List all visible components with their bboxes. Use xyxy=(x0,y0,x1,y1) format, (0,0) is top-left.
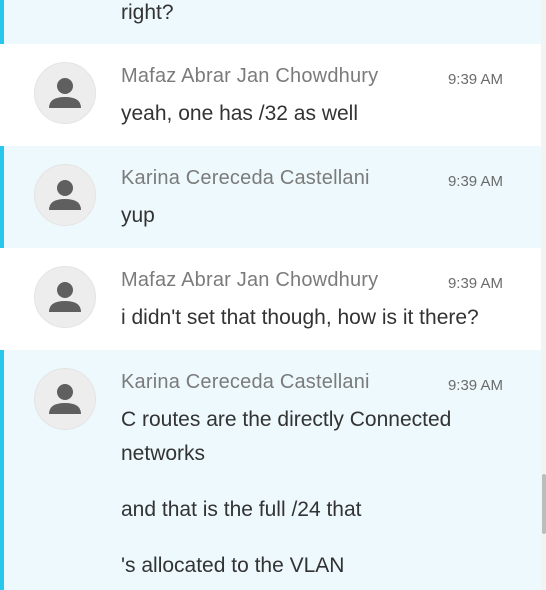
message-author[interactable]: Karina Cereceda Castellani xyxy=(121,167,370,190)
scrollbar-thumb[interactable] xyxy=(542,474,546,534)
message-item[interactable]: Karina Cereceda Castellani 9:39 AM C rou… xyxy=(0,350,541,590)
user-avatar-icon[interactable] xyxy=(34,266,96,328)
message-item[interactable]: Mafaz Abrar Jan Chowdhury 9:39 AM yeah, … xyxy=(0,44,541,146)
user-avatar-icon[interactable] xyxy=(34,368,96,430)
message-text: networks xyxy=(121,442,206,465)
message-text: yeah, one has /32 as well xyxy=(121,102,358,125)
message-timestamp: 9:39 AM xyxy=(447,173,503,190)
message-timestamp: 9:39 AM xyxy=(447,275,503,292)
message-item[interactable]: Karina Cereceda Castellani 9:39 AM yup xyxy=(0,146,541,248)
scrollbar[interactable] xyxy=(541,0,546,590)
message-text: i didn't set that though, how is it ther… xyxy=(121,306,479,329)
message-timestamp: 9:39 AM xyxy=(447,71,503,88)
message-item[interactable]: Mafaz Abrar Jan Chowdhury 9:39 AM i didn… xyxy=(0,248,541,350)
message-text: and that is the full /24 that xyxy=(121,498,362,521)
message-text: C routes are the directly Connected xyxy=(121,408,452,431)
message-author[interactable]: Mafaz Abrar Jan Chowdhury xyxy=(121,269,378,292)
message-timestamp: 9:39 AM xyxy=(447,377,503,394)
user-avatar-icon[interactable] xyxy=(34,62,96,124)
message-author[interactable]: Mafaz Abrar Jan Chowdhury xyxy=(121,65,378,88)
message-author[interactable]: Karina Cereceda Castellani xyxy=(121,371,370,394)
message-text: yup xyxy=(121,204,155,227)
user-avatar-icon[interactable] xyxy=(34,164,96,226)
message-item[interactable]: right? xyxy=(0,0,541,44)
message-text: 's allocated to the VLAN xyxy=(121,554,345,577)
message-text: right? xyxy=(121,1,174,24)
